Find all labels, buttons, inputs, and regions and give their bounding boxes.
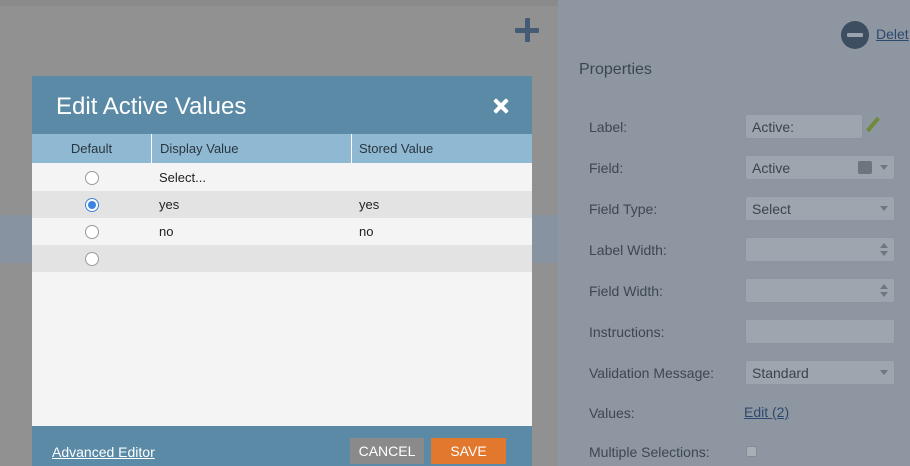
- close-icon[interactable]: [492, 97, 510, 115]
- advanced-editor-link[interactable]: Advanced Editor: [52, 444, 155, 460]
- delete-link[interactable]: Delet: [876, 26, 909, 42]
- chevron-down-icon: [880, 206, 888, 211]
- field-width-label: Field Width:: [589, 283, 663, 299]
- stored-value-cell[interactable]: yes: [359, 197, 519, 212]
- display-value-cell[interactable]: yes: [159, 197, 339, 212]
- column-display-value: Display Value: [151, 134, 351, 163]
- field-width-input[interactable]: [745, 278, 895, 303]
- values-label: Values:: [589, 405, 635, 421]
- field-type-select[interactable]: Select: [745, 196, 895, 221]
- properties-panel: Delet Properties Label: Active: Field: A…: [558, 0, 910, 466]
- table-row: yes yes: [32, 191, 532, 218]
- field-select-value: Active: [752, 160, 791, 176]
- multiple-selections-label: Multiple Selections:: [589, 444, 710, 460]
- validation-message-value: Standard: [752, 365, 809, 381]
- default-radio[interactable]: [85, 198, 99, 212]
- edit-values-dialog: Edit Active Values Default Display Value…: [32, 76, 532, 466]
- default-radio[interactable]: [85, 225, 99, 239]
- table-row: no no: [32, 218, 532, 245]
- display-value-cell[interactable]: Select...: [159, 170, 339, 185]
- properties-title: Properties: [579, 61, 652, 78]
- label-input-value: Active:: [752, 119, 795, 135]
- spinner-icon[interactable]: [880, 284, 888, 298]
- save-button[interactable]: SAVE: [431, 438, 506, 464]
- cancel-button[interactable]: CANCEL: [350, 438, 424, 464]
- column-default: Default: [70, 141, 113, 156]
- instructions-label: Instructions:: [589, 324, 665, 340]
- label-width-input[interactable]: [745, 237, 895, 262]
- dialog-footer: Advanced Editor CANCEL SAVE: [32, 426, 532, 466]
- field-type-label: Field Type:: [589, 201, 658, 217]
- plus-icon[interactable]: [515, 18, 541, 44]
- spinner-icon[interactable]: [880, 243, 888, 257]
- delete-icon[interactable]: [841, 21, 869, 49]
- chevron-down-icon: [880, 370, 888, 375]
- field-picker-icon[interactable]: [858, 161, 872, 174]
- display-value-cell[interactable]: no: [159, 224, 339, 239]
- default-radio[interactable]: [85, 171, 99, 185]
- label-label: Label:: [589, 119, 628, 135]
- field-type-value: Select: [752, 201, 791, 217]
- table-row: Select...: [32, 164, 532, 191]
- field-select[interactable]: Active: [745, 155, 895, 180]
- edit-values-link[interactable]: Edit (2): [744, 404, 789, 420]
- instructions-input[interactable]: [745, 319, 895, 344]
- stored-value-cell[interactable]: no: [359, 224, 519, 239]
- chevron-down-icon: [880, 165, 888, 170]
- validation-message-select[interactable]: Standard: [745, 360, 895, 385]
- default-radio[interactable]: [85, 252, 99, 266]
- label-input[interactable]: Active:: [745, 114, 863, 139]
- pencil-icon[interactable]: [866, 116, 880, 133]
- column-stored-value: Stored Value: [351, 134, 532, 163]
- values-table-header: Default Display Value Stored Value: [32, 134, 532, 163]
- table-row: [32, 245, 532, 272]
- dialog-header: Edit Active Values: [32, 76, 532, 134]
- field-label: Field:: [589, 160, 624, 176]
- label-width-label: Label Width:: [589, 242, 667, 258]
- multiple-selections-checkbox[interactable]: [746, 446, 757, 457]
- canvas-top-strip: [0, 0, 558, 6]
- validation-message-label: Validation Message:: [589, 365, 715, 381]
- dialog-title: Edit Active Values: [56, 93, 247, 120]
